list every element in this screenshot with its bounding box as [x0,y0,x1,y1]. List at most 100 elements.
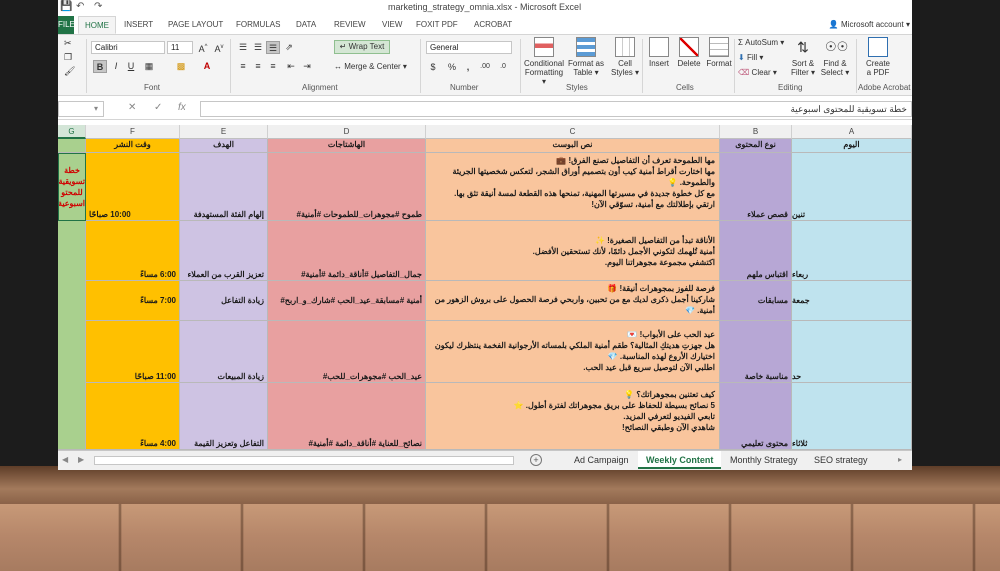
header-cell-publish-time[interactable]: وقت النشر [86,139,180,153]
header-cell-content-type[interactable]: نوع المحتوى [720,139,792,153]
tab-page-layout[interactable]: PAGE LAYOUT [162,16,229,34]
scroll-right-icon[interactable]: ▶ [78,454,84,466]
column-header-g[interactable]: G [58,125,86,139]
align-center-icon[interactable]: ≡ [251,60,265,73]
decrease-font-icon[interactable]: Av [212,41,226,54]
sheet-tab-monthly-strategy[interactable]: Monthly Strategy [722,451,806,469]
tab-data[interactable]: DATA [290,16,322,34]
table-cell-hashtags[interactable]: أمنية #مسابقة_عيد_الحب #شارك_و_اربح# [268,281,426,321]
sheet-tab-ad-campaign[interactable]: Ad Campaign [566,451,637,469]
table-cell-hashtags[interactable]: جمال_التفاصيل #أناقة_دائمة #أمنية# [268,221,426,281]
insert-button[interactable]: Insert [644,37,674,68]
decrease-decimal-icon[interactable]: .0 [496,61,510,74]
column-header-a[interactable]: A [792,125,912,139]
table-cell-hashtags[interactable]: نصائح_للعناية #أناقة_دائمة #أمنية# [268,383,426,450]
table-cell-hashtags[interactable]: عيد_الحب #مجوهرات_للحب# [268,321,426,383]
table-cell-goal[interactable]: تعزيز القرب من العملاء [180,221,268,281]
table-cell-day[interactable]: جمعة [792,281,912,321]
fill-button[interactable]: ⬇ Fill ▾ [738,53,763,62]
redo-icon[interactable]: ↷ [94,1,102,12]
font-size-select[interactable]: 11 [167,41,193,54]
name-box-dropdown-icon[interactable]: ▾ [94,104,98,113]
table-cell-goal[interactable]: زيادة التفاعل [180,281,268,321]
format-button[interactable]: Format [704,37,734,68]
copy-icon[interactable]: ❐ [64,51,72,63]
table-cell-goal[interactable]: إلهام الفئة المستهدفة [180,153,268,221]
header-cell-post-text[interactable]: نص البوست [426,139,720,153]
borders-icon[interactable]: ▦ [142,60,156,73]
align-top-icon[interactable]: ☰ [236,41,250,54]
table-cell-type[interactable]: مسابقات [720,281,792,321]
enter-icon[interactable]: ✓ [154,102,162,113]
tab-file[interactable]: FILE [58,16,75,34]
table-cell-time[interactable]: 7:00 مساءً [86,281,180,321]
table-cell-time[interactable]: 10:00 صباحًا [86,153,180,221]
increase-font-icon[interactable]: A^ [196,41,210,54]
new-sheet-icon[interactable]: + [530,454,542,466]
format-painter-icon[interactable]: 🖌 [64,65,75,77]
comma-style-icon[interactable]: , [461,61,475,74]
decrease-indent-icon[interactable]: ⇤ [284,60,298,73]
insert-function-icon[interactable]: fx [178,102,186,113]
formula-input[interactable]: خطة تسويقية للمحتوى اسبوعية [200,101,912,117]
increase-indent-icon[interactable]: ⇥ [300,60,314,73]
account-menu[interactable]: 👤 Microsoft account ▾ [829,16,910,34]
merge-center-button[interactable]: ↔ Merge & Center ▾ [334,61,407,73]
fill-color-icon[interactable]: ▩ [174,60,188,73]
tab-formulas[interactable]: FORMULAS [230,16,286,34]
table-cell-type[interactable]: قصص عملاء [720,153,792,221]
cut-icon[interactable]: ✂ [64,37,72,49]
align-right-icon[interactable]: ≡ [266,60,280,73]
tab-home[interactable]: HOME [78,16,116,34]
column-header-e[interactable]: E [180,125,268,139]
font-name-select[interactable]: Calibri [91,41,165,54]
clear-button[interactable]: ⌫ Clear ▾ [738,68,777,77]
table-cell-hashtags[interactable]: طموح #مجوهرات_للطموحات #أمنية# [268,153,426,221]
table-cell-post[interactable]: الأناقة تبدأ من التفاصيل الصغيرة! ✨ أمنية… [426,221,720,281]
cell-g-plan-title[interactable]: خطة تسويقية للمحتو اسبوعية [58,153,86,221]
table-cell-time[interactable]: 4:00 مساءً [86,383,180,450]
table-cell-day[interactable]: ثلاثاء [792,383,912,450]
number-format-select[interactable]: General [426,41,512,54]
cell-g1-header[interactable] [58,139,86,153]
column-header-b[interactable]: B [720,125,792,139]
table-cell-post[interactable]: فرصة للفوز بمجوهرات أنيقة! 🎁 شاركينا أجمل… [426,281,720,321]
column-header-d[interactable]: D [268,125,426,139]
currency-icon[interactable]: $ [426,61,440,74]
create-pdf-button[interactable]: Create a PDF [862,37,894,77]
table-cell-time[interactable]: 11:00 صباحًا [86,321,180,383]
table-cell-post[interactable]: مها الطموحة تعرف أن التفاصيل تصنع الفرق!… [426,153,720,221]
sort-filter-button[interactable]: ⇅ Sort & Filter ▾ [788,37,818,77]
table-cell-post[interactable]: كيف تعتنين بمجوهراتك؟ 💡 5 نصائح بسيطة للح… [426,383,720,450]
header-cell-hashtags[interactable]: الهاشتاجات [268,139,426,153]
align-left-icon[interactable]: ≡ [236,60,250,73]
bold-button[interactable]: B [93,60,107,73]
header-cell-day[interactable]: اليوم [792,139,912,153]
tab-view[interactable]: VIEW [376,16,408,34]
tab-acrobat[interactable]: ACROBAT [468,16,518,34]
underline-button[interactable]: U [124,60,138,73]
increase-decimal-icon[interactable]: .00 [478,61,492,74]
align-bottom-icon[interactable]: ☰ [266,41,280,54]
table-cell-post[interactable]: عيد الحب على الأبواب! 💌 هل جهزتِ هديتكِ ا… [426,321,720,383]
font-color-icon[interactable]: A [200,60,214,73]
tab-foxit-pdf[interactable]: FOXIT PDF [410,16,464,34]
tab-review[interactable]: REVIEW [328,16,372,34]
cancel-icon[interactable]: ✕ [128,102,136,113]
table-cell-time[interactable]: 6:00 مساءً [86,221,180,281]
table-cell-day[interactable]: حد [792,321,912,383]
scroll-left-icon[interactable]: ◀ [62,454,68,466]
column-header-c[interactable]: C [426,125,720,139]
cell-styles-button[interactable]: Cell Styles ▾ [608,37,642,77]
conditional-formatting-button[interactable]: Conditional Formatting ▾ [524,37,564,86]
table-cell-day[interactable]: ربعاء [792,221,912,281]
table-cell-type[interactable]: اقتباس ملهم [720,221,792,281]
sheet-tab-seo-strategy[interactable]: SEO strategy [806,451,876,469]
column-header-f[interactable]: F [86,125,180,139]
table-cell-goal[interactable]: زيادة المبيعات [180,321,268,383]
wrap-text-button[interactable]: ↵ Wrap Text [334,40,390,54]
more-sheets-icon[interactable]: ▸ [898,454,902,466]
delete-button[interactable]: Delete [674,37,704,68]
horizontal-scrollbar[interactable] [94,456,514,465]
orientation-icon[interactable]: ⇗ [282,41,296,54]
